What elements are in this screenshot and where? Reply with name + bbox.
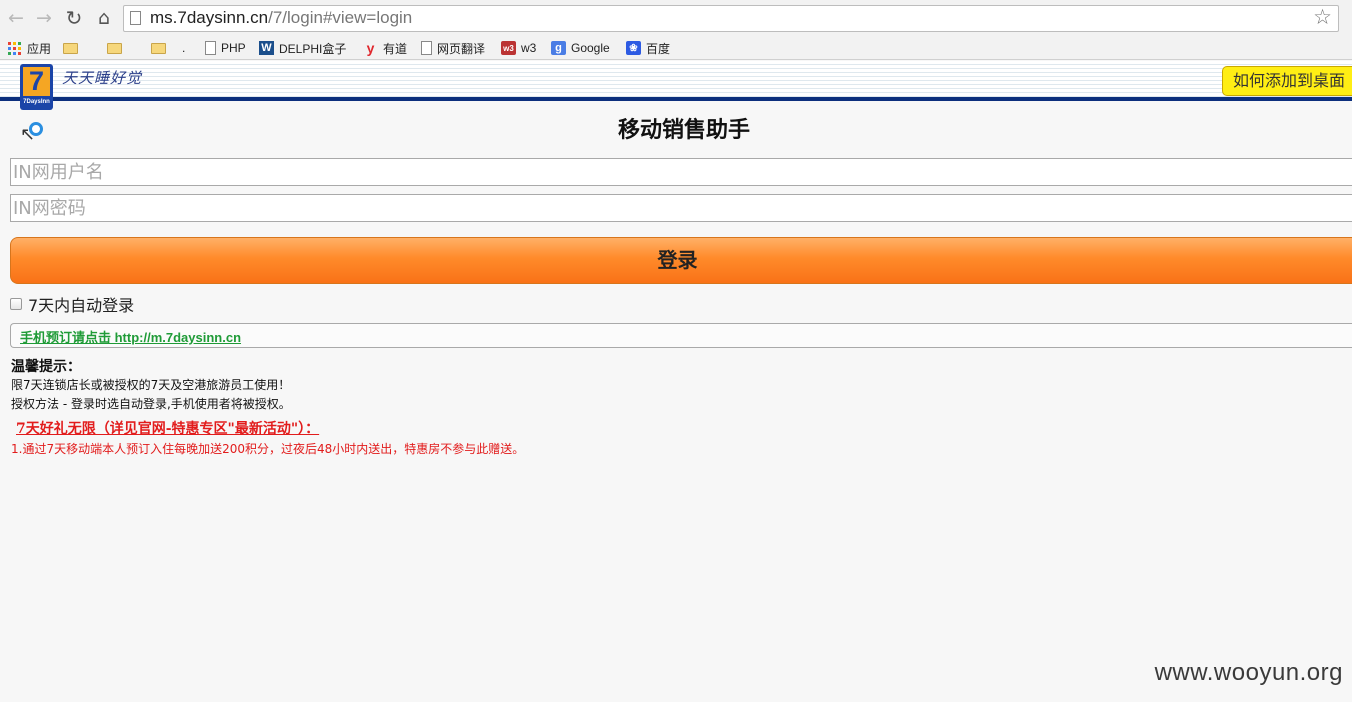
remember-label: 7天内自动登录	[28, 296, 135, 315]
delphi-w-icon: W	[259, 41, 274, 55]
bookmark-star-icon[interactable]: ☆	[1313, 7, 1332, 28]
bookmark-label: 网页翻译	[437, 41, 486, 56]
bookmark-translate[interactable]: 网页翻译	[421, 39, 485, 57]
url-host: ms.7daysinn.cn	[150, 8, 269, 27]
bookmark-label: 有道	[383, 41, 408, 56]
reload-icon[interactable]: ↻	[62, 5, 86, 31]
bookmark-label: 应用	[27, 41, 52, 56]
baidu-paw-icon: ❀	[626, 41, 641, 55]
apps-grid-icon	[7, 41, 22, 55]
bookmark-label: PHP	[221, 41, 246, 55]
username-input[interactable]	[10, 158, 1352, 186]
bookmark-baidu[interactable]: ❀ 百度	[626, 39, 670, 57]
password-input[interactable]	[10, 194, 1352, 222]
bookmark-label: Google	[571, 41, 610, 55]
7days-logo[interactable]: 7 7DaysInn	[20, 64, 53, 110]
bookmark-apps[interactable]: 应用	[7, 39, 51, 57]
bookmark-label: w3	[521, 41, 537, 55]
url-path: /7/login#view=login	[268, 8, 413, 27]
tip-line: 授权方法 - 登录时选自动登录,手机使用者将被授权。	[11, 397, 291, 411]
tips-title: 温馨提示：	[11, 359, 81, 375]
google-icon: g	[551, 41, 566, 55]
bookmark-delphi[interactable]: W DELPHI盒子	[259, 39, 346, 57]
forward-arrow-icon[interactable]: →	[32, 5, 56, 31]
bookmark-label: .	[182, 41, 186, 55]
bookmark-php[interactable]: PHP	[205, 39, 246, 57]
logo-number: 7	[23, 67, 50, 96]
page-icon	[421, 41, 432, 55]
mobile-booking-box: 手机预订请点击 http://m.7daysinn.cn	[10, 323, 1352, 348]
w3-icon: w3	[501, 41, 516, 55]
address-bar[interactable]: ms.7daysinn.cn/7/login#view=login ☆	[123, 5, 1339, 32]
folder-icon	[151, 42, 166, 54]
bookmark-label: DELPHI盒子	[279, 41, 347, 56]
promo-title[interactable]: 7天好礼无限（详见官网-特惠专区"最新活动"）：	[16, 418, 319, 438]
site-header: 7 7DaysInn 天天睡好觉 如何添加到桌面	[0, 61, 1352, 110]
tip-line: 限7天连锁店长或被授权的7天及空港旅游员工使用！	[11, 378, 291, 392]
promo-item: 1.通过7天移动端本人预订入住每晚加送200积分，过夜后48小时内送出，特惠房不…	[11, 442, 525, 456]
folder-icon	[107, 42, 122, 54]
page-title: 移动销售助手	[617, 117, 750, 143]
remember-checkbox[interactable]	[10, 298, 22, 310]
mobile-booking-link[interactable]: 手机预订请点击 http://m.7daysinn.cn	[20, 327, 241, 346]
logo-text: 7DaysInn	[23, 99, 50, 105]
folder-icon	[63, 42, 78, 54]
bookmark-folder-2[interactable]	[107, 39, 127, 57]
page-icon	[130, 11, 141, 25]
login-button[interactable]: 登录	[10, 237, 1352, 284]
bookmark-folder-3[interactable]: .	[151, 39, 185, 57]
bookmarks-bar: 应用 . PHP W DELPHI盒子 y 有道 网页翻译 w3 w3 g Go…	[0, 36, 1352, 60]
bookmark-label: 百度	[646, 41, 671, 56]
page-icon	[205, 41, 216, 55]
bookmark-google[interactable]: g Google	[551, 39, 610, 57]
watermark: www.wooyun.org	[1154, 659, 1343, 686]
remember-login[interactable]: 7天内自动登录	[10, 292, 134, 316]
url-text[interactable]: ms.7daysinn.cn/7/login#view=login	[150, 8, 412, 28]
bookmark-youdao[interactable]: y 有道	[363, 39, 407, 57]
back-arrow-icon[interactable]: ←	[4, 5, 28, 31]
slogan: 天天睡好觉	[62, 69, 143, 87]
add-to-desktop-button[interactable]: 如何添加到桌面	[1222, 66, 1352, 96]
browser-toolbar: ← → ↻ ⌂ ms.7daysinn.cn/7/login#view=logi…	[0, 0, 1352, 36]
home-icon[interactable]: ⌂	[92, 5, 116, 31]
youdao-icon: y	[366, 40, 375, 56]
bookmark-w3[interactable]: w3 w3	[501, 39, 536, 57]
bookmark-folder-1[interactable]	[63, 39, 83, 57]
